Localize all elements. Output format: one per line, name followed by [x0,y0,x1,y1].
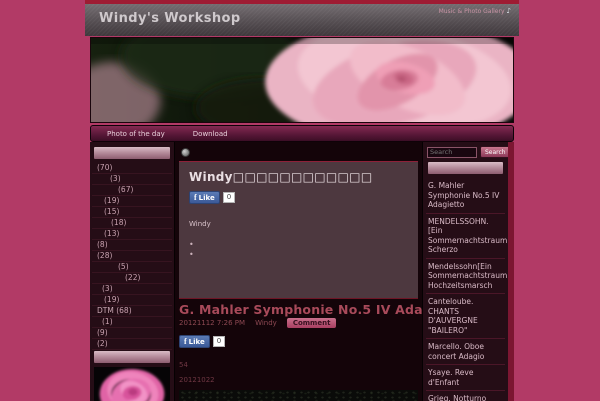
playlist-item[interactable]: Marcello. Oboe concert Adagio [426,339,505,365]
site-title: Windy's Workshop [99,11,241,26]
facebook-icon: f [194,193,197,202]
playlist-item[interactable]: MENDELSSOHN. [Ein Sommernachtstraum] Sch… [426,214,508,259]
header-rose-photo [90,37,514,123]
category-item[interactable]: (28) [92,251,172,262]
category-count: (2) [97,339,108,348]
category-item[interactable]: (9) [92,328,172,339]
playlist-item[interactable]: Mendelssohn[Ein Sommernachtstraum] Hochz… [426,259,508,294]
category-count: (8) [97,240,108,249]
post-meta: 20121112 7:26 PM Windy Comment [179,318,418,328]
playlist-header-bar [428,162,503,174]
category-count: (70) [97,163,113,172]
playlist: G. Mahler Symphonie No.5 IV Adagietto ME… [426,178,508,401]
category-item[interactable]: (1) [92,317,172,328]
category-item[interactable]: (5) [92,262,172,273]
post-body-line: 54 [179,361,188,369]
category-item[interactable]: (22) [92,273,172,284]
left-sidebar: (70) (3) (67) (19) (15) (18) (13) (8) (2… [90,142,175,401]
post-author: Windy [255,319,277,327]
category-count: (1) [102,317,113,326]
facebook-like-label: Like [188,337,205,346]
category-item[interactable]: (19) [92,295,172,306]
category-count: (68) [116,306,132,315]
category-count: (18) [111,218,127,227]
category-list: (70) (3) (67) (19) (15) (18) (13) (8) (2… [92,163,172,350]
category-count: (22) [125,273,141,282]
category-item[interactable]: DTM (68) [92,306,172,317]
category-item[interactable]: (2) [92,339,172,350]
page-container: Windy's Workshop Music & Photo Gallery ♪ [85,0,519,401]
category-count: (19) [104,295,120,304]
facebook-like-label: Like [198,193,215,202]
sidebar-footer-bar [94,351,170,363]
category-item[interactable]: (8) [92,240,172,251]
rose-thumb-illustration [94,367,170,401]
facebook-like-widget: f Like 0 [179,335,418,348]
category-count: (15) [104,207,120,216]
category-count: (67) [118,185,134,194]
post-title[interactable]: G. Mahler Symphonie No.5 IV Adagietto [179,302,422,317]
content-area: (70) (3) (67) (19) (15) (18) (13) (8) (2… [90,142,514,401]
search-bar: Search [427,146,508,158]
bullet-item: • [189,250,194,259]
facebook-like-count: 0 [212,336,226,347]
category-count: (28) [97,251,113,260]
facebook-icon: f [184,337,187,346]
category-count: (3) [102,284,113,293]
bullet-item: • [189,240,194,249]
category-count: (13) [104,229,120,238]
category-item[interactable]: (19) [92,196,172,207]
category-item[interactable]: (70) [92,163,172,174]
main-navigation: Photo of the day Download [90,125,514,142]
facebook-like-widget: f Like 0 [189,191,408,204]
playlist-item[interactable]: G. Mahler Symphonie No.5 IV Adagietto [426,178,505,214]
feed-icon[interactable] [181,148,190,157]
category-item[interactable]: (18) [92,218,172,229]
rose-thumbnail-photo[interactable] [94,367,170,401]
category-count: (9) [97,328,108,337]
rose-photo-illustration [91,38,513,122]
post-date: 20121112 7:26 PM [179,319,246,327]
playlist-item[interactable]: Canteloube. CHANTS D'AUVERGNE "BAILERO" [426,294,505,339]
post-body-line: 20121022 [179,376,215,384]
profile-title: Windy□□□□□□□□□□□□ [189,170,373,184]
category-count: (3) [110,174,121,183]
facebook-like-count: 0 [222,192,236,203]
profile-author: Windy [189,220,211,228]
right-sidebar: Search G. Mahler Symphonie No.5 IV Adagi… [422,142,508,401]
search-input[interactable] [427,146,477,158]
site-tagline[interactable]: Music & Photo Gallery ♪ [439,7,511,15]
category-item[interactable]: (67) [92,185,172,196]
main-column: Windy□□□□□□□□□□□□ f Like 0 Windy • • G. … [175,142,422,401]
category-item[interactable]: (3) [92,174,172,185]
playlist-item[interactable]: Ysaye. Reve d'Enfant [426,365,505,391]
music-note-icon: ♪ [506,7,511,15]
sidebar-header-bar [94,147,170,159]
category-label: DTM [97,306,117,315]
nav-item-photo-of-the-day[interactable]: Photo of the day [107,130,165,138]
facebook-like-button[interactable]: f Like [189,191,220,204]
site-header: Windy's Workshop Music & Photo Gallery ♪ [85,4,519,36]
category-count: (5) [118,262,129,271]
category-item[interactable]: (13) [92,229,172,240]
category-item[interactable]: (15) [92,207,172,218]
facebook-like-button[interactable]: f Like [179,335,210,348]
category-item[interactable]: (3) [92,284,172,295]
tagline-text: Music & Photo Gallery [438,7,505,15]
nav-item-download[interactable]: Download [193,130,228,138]
search-button[interactable]: Search [480,146,508,158]
profile-box: Windy□□□□□□□□□□□□ f Like 0 Windy • • [179,161,418,299]
comment-button[interactable]: Comment [286,318,337,328]
profile-bullet-list: • • [189,240,408,260]
category-count: (19) [104,196,120,205]
post-photo[interactable]: My favorite promenade. [179,390,418,401]
